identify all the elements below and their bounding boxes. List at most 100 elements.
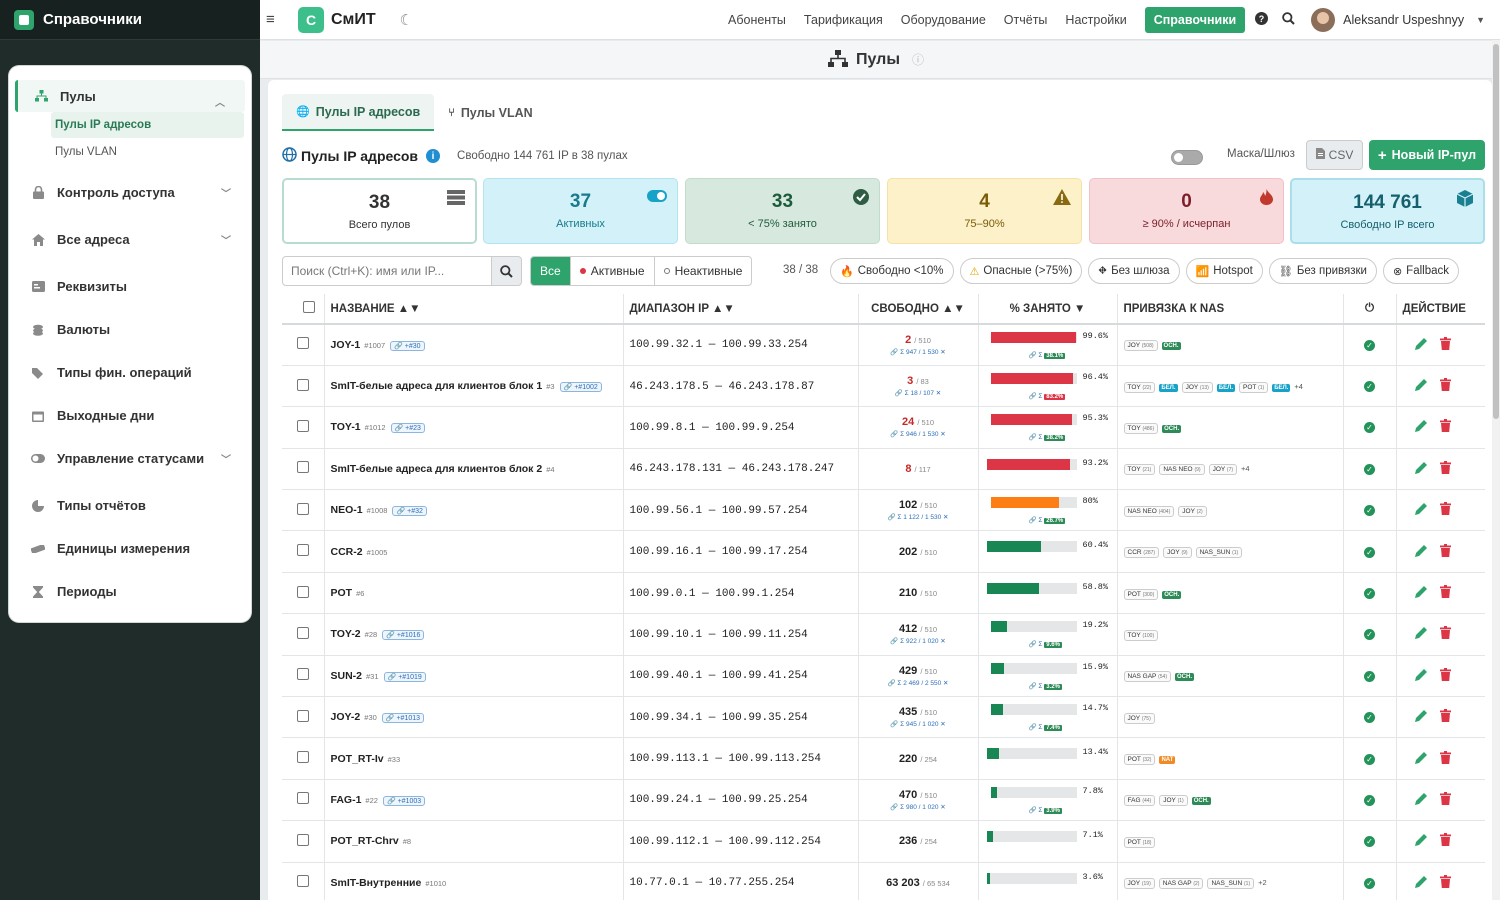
header-name[interactable]: НАЗВАНИЕ ▲▼ <box>324 294 624 325</box>
nas-tag[interactable]: TOY (22) <box>1123 381 1156 393</box>
edit-icon[interactable] <box>1414 833 1428 849</box>
search-icon[interactable] <box>1282 12 1295 28</box>
nav-directories[interactable]: Справочники <box>1144 7 1246 33</box>
linked-pool-badge[interactable]: 🔗 +#1016 <box>382 630 425 641</box>
edit-icon[interactable] <box>1414 709 1428 725</box>
edit-icon[interactable] <box>1414 337 1428 353</box>
nav-equipment[interactable]: Оборудование <box>901 13 986 27</box>
chip-dangerous[interactable]: ⚠ Опасные (>75%) <box>959 258 1083 284</box>
nas-tag[interactable]: POT (300) <box>1123 588 1159 600</box>
mask-gateway-toggle[interactable] <box>1171 150 1203 165</box>
row-checkbox[interactable] <box>297 585 309 598</box>
nas-more[interactable]: +2 <box>1258 878 1267 887</box>
nas-tag[interactable]: TOY (21) <box>1123 464 1156 476</box>
tab-ip-pools[interactable]: 🌐 Пулы IP адресов <box>282 94 435 131</box>
pool-name[interactable]: TOY-2 <box>331 628 361 640</box>
chip-unbound[interactable]: ⛓ Без привязки <box>1268 258 1377 284</box>
trash-icon[interactable] <box>1439 750 1451 767</box>
table-row[interactable]: JOY-2 #30 🔗 +#1013 100.99.34.1 — 100.99.35.… <box>282 696 1485 739</box>
sidebar-subitem-vlan-pools[interactable]: Пулы VLAN <box>9 138 251 165</box>
pool-name[interactable]: SmIT-Внутренние <box>331 877 422 889</box>
row-checkbox[interactable] <box>297 875 309 888</box>
edit-icon[interactable] <box>1414 875 1428 891</box>
nas-tag[interactable]: JOY (7) <box>1208 464 1238 476</box>
scrollbar-thumb[interactable] <box>1493 44 1499 419</box>
linked-pool-badge[interactable]: 🔗 +#1003 <box>382 795 426 806</box>
trash-icon[interactable] <box>1439 378 1451 394</box>
sidebar-item-pools[interactable]: Пулы ︿ <box>15 80 245 112</box>
chevron-down-icon[interactable]: ▼ <box>1476 15 1485 25</box>
trash-icon[interactable] <box>1439 833 1451 849</box>
trash-icon[interactable] <box>1439 585 1451 601</box>
table-row[interactable]: SmIT-белые адреса для клиентов блок 2 #4 4… <box>282 448 1485 491</box>
nas-tag[interactable]: NAS NEO (404) <box>1123 505 1175 517</box>
nas-tag[interactable]: JOY (508) <box>1123 340 1158 352</box>
edit-icon[interactable] <box>1414 792 1428 808</box>
trash-icon[interactable] <box>1439 460 1451 477</box>
edit-icon[interactable] <box>1414 378 1428 394</box>
info-icon[interactable]: i <box>426 149 441 163</box>
row-checkbox[interactable] <box>297 378 309 391</box>
linked-pool-badge[interactable]: 🔗 +#1019 <box>383 671 426 682</box>
table-row[interactable]: POT_RT-Iv #33 100.99.113.1 — 100.99.113.25… <box>282 737 1485 780</box>
row-checkbox[interactable] <box>297 709 309 722</box>
sidebar-item-report-types[interactable]: Типы отчётов <box>9 484 251 527</box>
nas-tag[interactable]: JOY (9) <box>1163 547 1192 559</box>
stat-card[interactable]: 37 Активных <box>483 178 678 244</box>
pool-name[interactable]: NEO-1 <box>331 504 363 516</box>
nas-tag[interactable]: JOY (2) <box>1178 505 1207 517</box>
sidebar-item-all-addresses[interactable]: Все адреса ﹀ <box>9 218 251 261</box>
trash-icon[interactable] <box>1439 709 1451 725</box>
trash-icon[interactable] <box>1439 791 1451 808</box>
edit-icon[interactable] <box>1414 668 1428 684</box>
nav-settings[interactable]: Настройки <box>1065 13 1126 27</box>
pool-name[interactable]: JOY-1 <box>331 339 361 351</box>
nas-tag[interactable]: JOY (1) <box>1159 795 1188 807</box>
nav-tariffs[interactable]: Тарификация <box>804 13 883 27</box>
header-occupied[interactable]: % ЗАНЯТО ▼ <box>978 294 1118 325</box>
filter-all[interactable]: Все <box>531 257 571 285</box>
pool-name[interactable]: SmIT-белые адреса для клиентов блок 1 <box>331 380 543 392</box>
header-range[interactable]: ДИАПАЗОН IP ▲▼ <box>623 294 859 325</box>
table-row[interactable]: JOY-1 #1007 🔗 +#30 100.99.32.1 — 100.99.33.… <box>282 324 1485 366</box>
row-checkbox[interactable] <box>297 502 309 515</box>
stat-card[interactable]: 0 ≥ 90% / исчерпан <box>1089 178 1284 244</box>
menu-icon[interactable]: ≡ <box>266 11 276 28</box>
row-checkbox[interactable] <box>297 833 309 846</box>
table-row[interactable]: TOY-2 #28 🔗 +#1016 100.99.10.1 — 100.99.11.… <box>282 613 1485 656</box>
nas-tag[interactable]: TOY (100) <box>1123 629 1159 641</box>
csv-export-button[interactable]: CSV <box>1306 140 1363 170</box>
row-checkbox[interactable] <box>297 792 309 805</box>
search-button[interactable] <box>491 256 522 286</box>
edit-icon[interactable] <box>1414 419 1428 435</box>
pool-name[interactable]: TOY-1 <box>331 421 361 433</box>
table-row[interactable]: SmIT-белые адреса для клиентов блок 1 #3 🔗… <box>282 365 1485 408</box>
table-row[interactable]: TOY-1 #1012 🔗 +#23 100.99.8.1 — 100.99.9.25… <box>282 406 1485 449</box>
table-row[interactable]: NEO-1 #1008 🔗 +#32 100.99.56.1 — 100.99.57.… <box>282 489 1485 532</box>
linked-pool-badge[interactable]: 🔗 +#32 <box>392 506 427 517</box>
sidebar-item-currencies[interactable]: Валюты <box>9 308 251 351</box>
avatar[interactable] <box>1311 8 1336 32</box>
nav-reports[interactable]: Отчёты <box>1004 13 1048 27</box>
sidebar-item-units[interactable]: Единицы измерения <box>9 527 251 570</box>
linked-pool-badge[interactable]: 🔗 +#1002 <box>559 382 602 393</box>
edit-icon[interactable] <box>1414 626 1428 642</box>
sidebar-item-status-management[interactable]: Управление статусами ﹀ <box>9 437 251 480</box>
stat-card[interactable]: 4 75–90% <box>887 178 1082 244</box>
nas-more[interactable]: +4 <box>1241 464 1250 473</box>
info-icon[interactable]: ⓘ <box>912 51 924 68</box>
row-checkbox[interactable] <box>297 461 309 474</box>
stat-card[interactable]: 38 Всего пулов <box>282 178 477 244</box>
linked-pool-badge[interactable]: 🔗 +#1013 <box>381 713 425 724</box>
trash-icon[interactable] <box>1439 874 1451 891</box>
sidebar-subitem-ip-pools[interactable]: Пулы IP адресов <box>51 112 244 138</box>
trash-icon[interactable] <box>1439 419 1451 435</box>
sidebar-item-requisites[interactable]: Реквизиты <box>9 265 251 308</box>
trash-icon[interactable] <box>1439 667 1451 684</box>
nas-tag[interactable]: NAS GAP (54) <box>1123 671 1171 683</box>
stat-card[interactable]: 33 < 75% занято <box>685 178 880 244</box>
pool-name[interactable]: SmIT-белые адреса для клиентов блок 2 <box>331 463 543 475</box>
table-row[interactable]: SUN-2 #31 🔗 +#1019 100.99.40.1 — 100.99.41.… <box>282 655 1485 698</box>
chip-hotspot[interactable]: 📶 Hotspot <box>1185 258 1263 284</box>
nas-tag[interactable]: NAS GAP (2) <box>1158 878 1204 890</box>
